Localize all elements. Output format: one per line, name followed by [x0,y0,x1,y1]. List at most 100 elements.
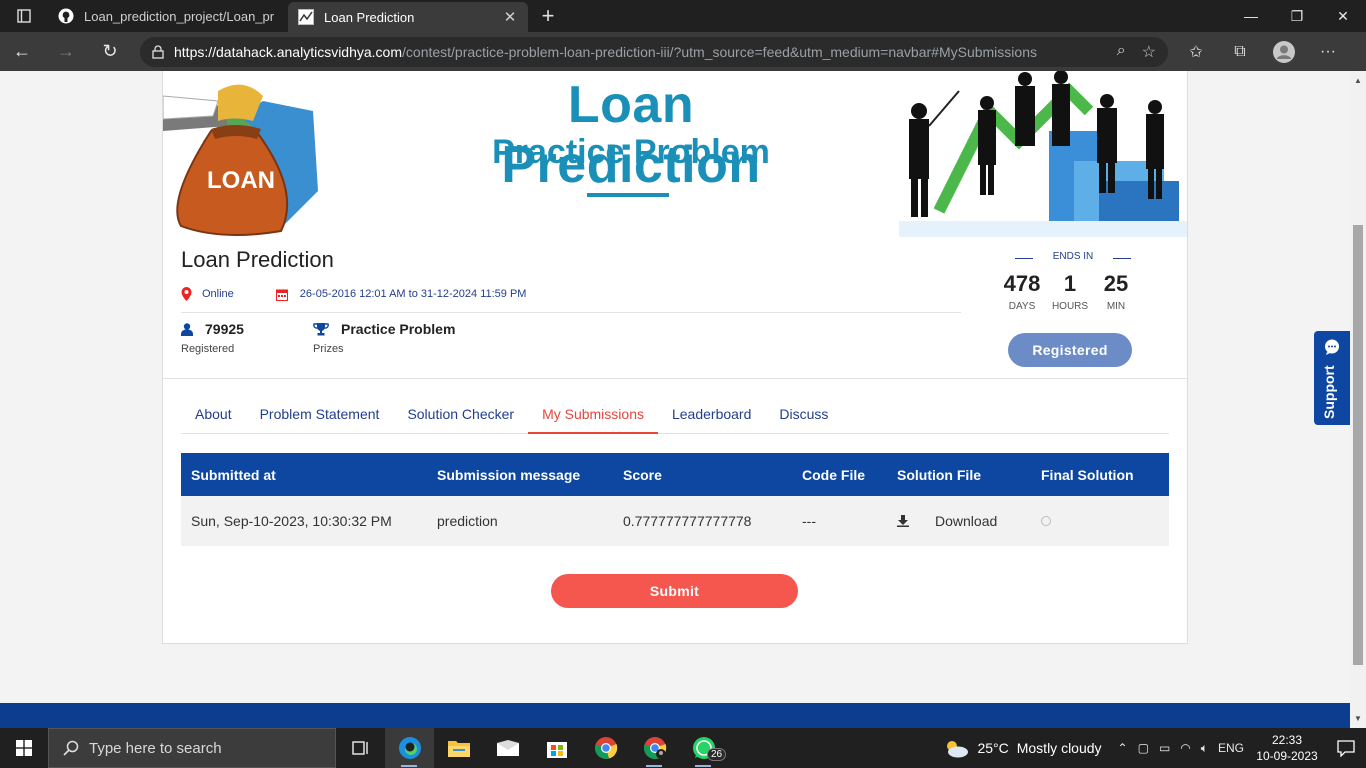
scroll-up-icon[interactable]: ▲ [1350,73,1366,89]
tab-leaderboard[interactable]: Leaderboard [658,396,765,434]
footer-band [0,703,1350,728]
scroll-down-icon[interactable]: ▼ [1350,711,1366,727]
search-placeholder: Type here to search [89,739,222,757]
banner-subtitle: Practice Problem [492,133,770,171]
chrome-icon [643,737,666,759]
url-field[interactable]: https://datahack.analyticsvidhya.com/con… [140,36,1168,67]
submit-button[interactable]: Submit [551,574,798,608]
arrow-left-icon: ← [13,41,31,61]
page-viewport: LOAN Loan Prediction Practice Problem Lo… [0,71,1350,728]
cloudy-weather-icon [947,741,969,758]
file-explorer-taskbar-button[interactable] [434,728,483,768]
restore-button[interactable]: ❐ [1274,0,1320,32]
page-scrollbar[interactable]: ▲ ▼ [1350,71,1366,728]
tab-actions-icon [17,9,31,23]
tab-discuss[interactable]: Discuss [765,396,842,434]
tab-problem-statement[interactable]: Problem Statement [246,396,394,434]
download-icon[interactable] [897,515,909,527]
folder-icon [447,741,470,757]
contest-name: Loan Prediction [181,247,334,272]
countdown-min: 25 MIN [1086,271,1146,312]
taskbar-search[interactable]: Type here to search [48,728,336,768]
browser-tab-github[interactable]: Loan_prediction_project/Loan_pr [48,0,288,32]
whatsapp-taskbar-button[interactable]: 26 [679,728,728,768]
contest-location: Online [202,288,234,300]
start-button[interactable] [0,728,48,768]
favorites-button[interactable]: ✩ [1174,32,1218,71]
scroll-thumb[interactable] [1353,225,1363,665]
chrome-profile-taskbar-button[interactable] [630,728,679,768]
close-window-button[interactable]: ✕ [1320,0,1366,32]
profile-button[interactable] [1262,32,1306,71]
contest-card: LOAN Loan Prediction Practice Problem Lo… [162,71,1188,644]
registered-button[interactable]: Registered [1008,333,1132,367]
column-header-submitted-at: Submitted at [191,466,276,483]
prizes-stat: Practice Problem Prizes [313,321,455,355]
chevron-up-icon[interactable]: ⌃ [1118,741,1128,755]
prize-label: Prizes [313,343,344,355]
download-link[interactable]: Download [935,513,997,529]
search-icon [63,740,79,756]
registered-label: Registered [181,343,235,355]
registered-count: 79925 [205,321,244,337]
mail-taskbar-button[interactable] [483,728,532,768]
system-tray: 25°C Mostly cloudy ⌃ ▢ ▭ ◠ 🔈︎ ENG 22:33 … [943,728,1366,768]
wifi-icon[interactable]: ◠ [1180,741,1190,755]
final-solution-radio[interactable] [1041,516,1051,526]
favorite-add-icon[interactable]: ☆ [1142,42,1156,62]
ends-in-label: ENDS IN [1015,251,1131,262]
tab-title: Loan Prediction [324,9,415,25]
device-icon[interactable]: ▢ [1138,741,1149,755]
task-view-button[interactable] [336,728,385,768]
column-header-score: Score [623,466,662,483]
browser-tab-loan-prediction[interactable]: Loan Prediction ✕ [288,2,528,32]
user-icon [181,322,193,336]
score-cell: 0.777777777777778 [623,513,752,529]
divider [181,312,961,313]
tab-actions-button[interactable] [0,0,48,32]
solution-file-cell: Download [897,513,1041,529]
table-row: Sun, Sep-10-2023, 10:30:32 PM prediction… [181,496,1169,546]
prize-value: Practice Problem [341,321,456,337]
column-header-message: Submission message [437,466,581,483]
support-button[interactable]: Support [1314,331,1350,425]
minimize-button[interactable]: — [1228,0,1274,32]
tab-my-submissions[interactable]: My Submissions [528,396,658,434]
language-indicator[interactable]: ENG [1218,741,1244,755]
settings-menu-button[interactable]: ··· [1306,32,1350,71]
chrome-icon [594,737,617,759]
url-host: https://datahack.analyticsvidhya.com [174,43,403,60]
task-view-icon [351,741,368,755]
volume-icon[interactable]: 🔈︎ [1201,741,1208,756]
battery-icon[interactable]: ▭ [1159,741,1170,755]
submissions-table: Submitted at Submission message Score Co… [181,453,1169,546]
zoom-icon[interactable]: ⌕ [1117,42,1126,62]
notifications-button[interactable] [1326,739,1366,757]
tab-about[interactable]: About [181,396,246,434]
tab-title: Loan_prediction_project/Loan_pr [84,8,275,24]
business-people-illustration [899,71,1187,237]
new-tab-button[interactable]: + [528,0,568,32]
whatsapp-badge: 26 [707,748,727,761]
forward-button[interactable]: → [44,32,88,71]
url-path: /contest/practice-problem-loan-predictio… [402,43,1037,60]
weather-widget[interactable]: 25°C Mostly cloudy [943,738,1102,758]
store-taskbar-button[interactable] [532,728,581,768]
contest-banner: LOAN Loan Prediction Practice Problem [163,71,1187,237]
bag-label: LOAN [207,167,275,194]
min-value: 25 [1103,271,1129,296]
back-button[interactable]: ← [0,32,44,71]
chrome-taskbar-button[interactable] [581,728,630,768]
taskbar-clock[interactable]: 22:33 10-09-2023 [1256,732,1318,764]
trophy-icon [313,322,329,335]
tab-solution-checker[interactable]: Solution Checker [393,396,528,434]
collections-button[interactable]: ⧉ [1218,32,1262,71]
arrow-right-icon: → [57,41,75,61]
edge-taskbar-button[interactable] [385,728,434,768]
url-text: https://datahack.analyticsvidhya.com/con… [174,44,1117,60]
column-header-final-solution: Final Solution [1041,466,1134,483]
refresh-button[interactable]: ↻ [88,32,132,71]
close-tab-icon[interactable]: ✕ [502,8,518,26]
banner-underline [587,193,669,197]
github-icon [58,8,74,24]
